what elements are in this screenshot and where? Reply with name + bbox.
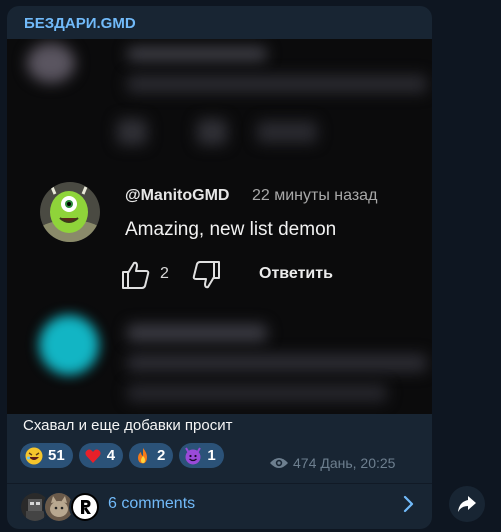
commenter-avatars xyxy=(19,491,101,523)
views-count: 474 xyxy=(293,455,317,471)
comments-link[interactable]: 6 comments xyxy=(108,495,195,513)
reaction-heart[interactable]: 4 xyxy=(78,443,124,468)
reply-button: Ответить xyxy=(259,265,333,282)
blurred-icon xyxy=(117,119,147,145)
forward-arrow-icon xyxy=(458,496,476,512)
post-caption: Схавал и еще добавки просит xyxy=(23,417,233,434)
blurred-text xyxy=(127,324,267,342)
forward-button[interactable] xyxy=(449,486,485,522)
blurred-text xyxy=(127,75,427,93)
blurred-avatar-top xyxy=(27,43,75,83)
smiling-devil-emoji-icon xyxy=(185,446,202,464)
like-count: 2 xyxy=(160,265,169,282)
reaction-count: 2 xyxy=(157,447,166,464)
channel-name[interactable]: БЕЗДАРИ.GMD xyxy=(24,15,136,32)
reactions-bar: 51 4 2 1 xyxy=(20,443,224,468)
comment-text: Amazing, new list demon xyxy=(125,219,337,240)
reaction-fire[interactable]: 2 xyxy=(129,443,174,468)
post-image[interactable]: @ManitoGMD 22 минуты назад Amazing, new … xyxy=(7,39,432,414)
red-heart-emoji-icon xyxy=(85,449,101,463)
comment-author: @ManitoGMD xyxy=(125,187,230,204)
mike-wazowski-avatar-icon xyxy=(40,182,100,242)
post-meta: 474 Дань, 20:25 xyxy=(269,455,395,471)
reaction-count: 51 xyxy=(48,447,65,464)
rolling-laughing-emoji-icon xyxy=(25,447,43,464)
chevron-right-icon[interactable] xyxy=(402,494,416,514)
comment-time: 22 минуты назад xyxy=(252,187,378,204)
views-eye-icon xyxy=(270,458,288,468)
thumbs-up-icon xyxy=(122,261,150,289)
fire-emoji-icon xyxy=(138,447,148,463)
reaction-count: 4 xyxy=(106,447,116,464)
reaction-devil[interactable]: 1 xyxy=(179,443,224,468)
blurred-text xyxy=(257,121,317,143)
reaction-count: 1 xyxy=(207,447,216,464)
blurred-text xyxy=(127,384,387,402)
post-timestamp: Дань, 20:25 xyxy=(320,455,396,471)
blurred-text xyxy=(127,354,427,372)
blurred-text xyxy=(127,47,267,61)
blurred-icon xyxy=(197,119,227,145)
blurred-avatar-bottom xyxy=(39,315,99,375)
post-bubble: БЕЗДАРИ.GMD @ManitoGMD 22 минуты назад A… xyxy=(7,6,432,529)
reaction-rolling-laughing[interactable]: 51 xyxy=(20,443,73,468)
divider xyxy=(7,483,432,484)
r-logo-avatar-icon xyxy=(71,493,99,521)
thumbs-down-icon xyxy=(192,261,220,289)
comment-avatar xyxy=(40,182,100,242)
avatar xyxy=(69,491,101,523)
